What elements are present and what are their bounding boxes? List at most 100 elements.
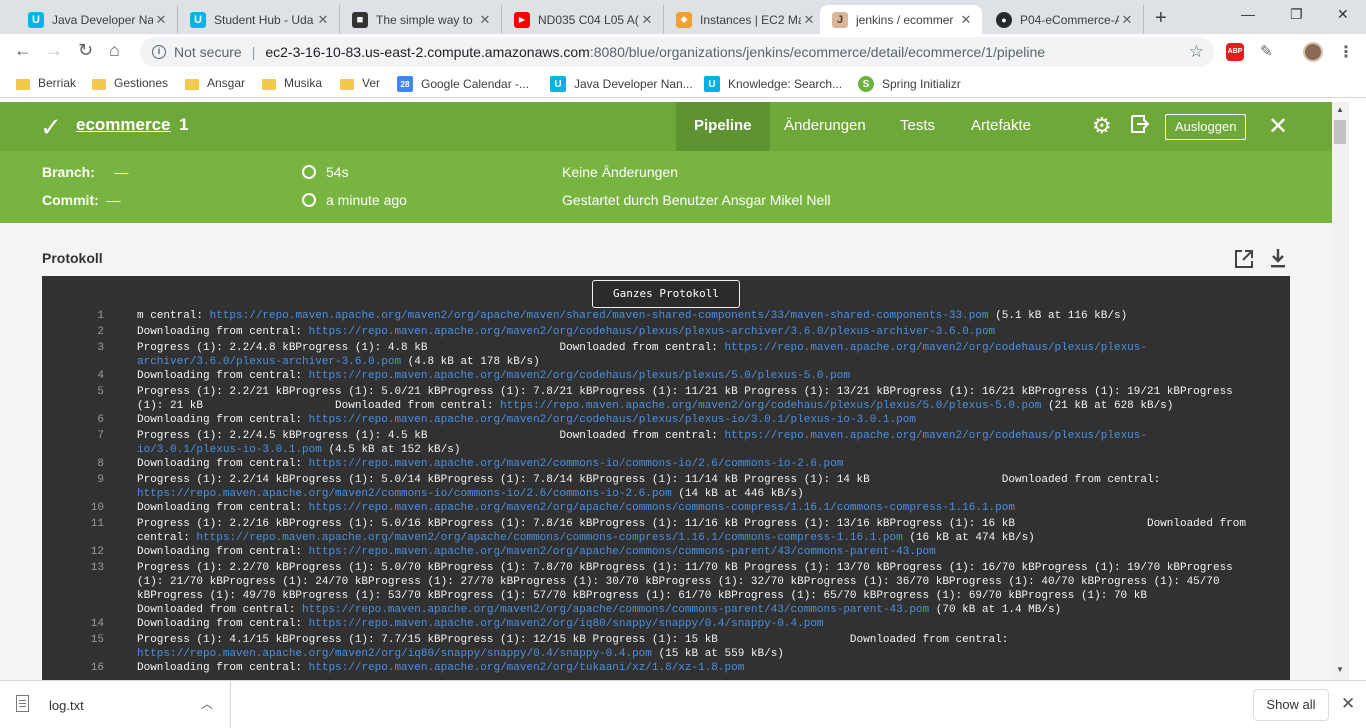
bookmark-link[interactable]: 28 Google Calendar -... (397, 76, 529, 92)
bookmark-star-icon[interactable]: ☆ (1189, 42, 1204, 62)
restore-icon[interactable]: ❐ (1290, 6, 1303, 23)
bookmark-folder[interactable]: Ansgar (185, 76, 245, 90)
exit-icon[interactable] (1130, 114, 1150, 134)
open-external-icon[interactable] (1234, 249, 1254, 269)
log-fragment: (15 kB at 559 kB/s) (651, 648, 784, 660)
browser-tab[interactable]: ● P04-eCommerce-A ✕ (984, 5, 1144, 34)
browser-tab[interactable]: U Java Developer Na ✕ (16, 5, 178, 34)
browser-tab[interactable]: ■ The simple way to ✕ (340, 5, 502, 34)
new-tab-button[interactable]: + (1155, 7, 1167, 30)
close-tab-icon[interactable]: ✕ (1119, 12, 1135, 28)
bookmark-link[interactable]: U Java Developer Nan... (550, 76, 693, 92)
home-icon[interactable]: ⌂ (109, 40, 120, 61)
log-line: 11 Progress (1): 2.2/16 kBProgress (1): 5… (42, 517, 1246, 544)
log-url-link[interactable]: https://repo.maven.apache.org/maven2/com… (137, 488, 672, 500)
bookmark-folder[interactable]: Musika (262, 76, 322, 90)
log-fragment: Downloading from central: (137, 546, 309, 558)
reload-icon[interactable]: ↻ (78, 40, 93, 61)
close-tab-icon[interactable]: ✕ (315, 12, 331, 28)
scroll-up-icon[interactable]: ▲ (1336, 105, 1344, 114)
avatar[interactable] (1303, 42, 1323, 62)
browser-tab-active[interactable]: J jenkins / ecommer ✕ (820, 5, 982, 34)
log-url-link[interactable]: https://repo.maven.apache.org/maven2/org… (137, 648, 652, 660)
menu-icon[interactable]: ⋮ (1338, 42, 1354, 62)
log-url-link[interactable]: https://repo.maven.apache.org/maven2/org… (309, 326, 996, 338)
gear-icon[interactable]: ⚙ (1092, 113, 1112, 139)
log-url-link[interactable]: https://repo.maven.apache.org/maven2/org… (309, 502, 1015, 514)
close-tab-icon[interactable]: ✕ (477, 12, 493, 28)
show-all-button[interactable]: Show all (1253, 689, 1329, 721)
log-url-link[interactable]: https://repo.maven.apache.org/maven2/org… (309, 414, 916, 426)
log-text: Progress (1): 2.2/4.5 kBProgress (1): 4.… (137, 429, 1247, 457)
log-fragment: Downloading from central: (137, 326, 309, 338)
download-item[interactable]: log.txt ︿ (0, 681, 231, 728)
log-url-link[interactable]: https://repo.maven.apache.org/maven2/org… (196, 532, 902, 544)
log-line: 15 Progress (1): 4.1/15 kBProgress (1): 7… (42, 633, 1009, 660)
bookmark-link[interactable]: S Spring Initializr (858, 76, 961, 92)
close-window-icon[interactable]: ✕ (1337, 6, 1349, 23)
scroll-thumb[interactable] (1334, 120, 1346, 144)
tab-artifacts[interactable]: Artefakte (953, 102, 1049, 151)
bookmark-folder[interactable]: Gestiones (92, 76, 168, 90)
bookmark-label: Knowledge: Search... (728, 77, 843, 91)
url-host: ec2-3-16-10-83.us-east-2.compute.amazona… (265, 44, 590, 60)
address-bar[interactable]: i Not secure | ec2-3-16-10-83.us-east-2.… (140, 37, 1214, 67)
log-fragment: Downloading from central: (137, 502, 309, 514)
tab-tests[interactable]: Tests (882, 102, 953, 151)
branch-value: — (114, 164, 129, 180)
log-url-link[interactable]: https://repo.maven.apache.org/maven2/org… (500, 400, 1041, 412)
started-info: a minute ago (302, 192, 407, 208)
tab-title: Student Hub - Uda (214, 12, 314, 27)
close-icon[interactable]: ✕ (1268, 112, 1288, 141)
log-fragment: (5.1 kB at 116 kB/s) (988, 310, 1128, 322)
log-url-link[interactable]: https://repo.maven.apache.org/maven2/org… (210, 310, 989, 322)
extension-icon[interactable]: ✎ (1260, 42, 1273, 60)
bookmark-folder[interactable]: Berriak (16, 76, 76, 90)
log-url-link[interactable]: https://repo.maven.apache.org/maven2/org… (309, 618, 824, 630)
line-number: 9 (97, 474, 104, 486)
info-icon[interactable]: i (152, 45, 166, 59)
browser-tab[interactable]: U Student Hub - Uda ✕ (178, 5, 340, 34)
close-tab-icon[interactable]: ✕ (958, 12, 974, 28)
close-tab-icon[interactable]: ✕ (153, 12, 169, 28)
log-url-link[interactable]: https://repo.maven.apache.org/maven2/org… (309, 370, 850, 382)
tab-changes[interactable]: Änderungen (766, 102, 884, 151)
log-url-link[interactable]: https://repo.maven.apache.org/maven2/org… (309, 662, 745, 674)
log-url-link[interactable]: https://repo.maven.apache.org/maven2/org… (302, 604, 929, 616)
line-number: 11 (90, 518, 104, 530)
bookmarks-bar: Berriak Gestiones Ansgar Musika Ver 28 Go… (0, 70, 1366, 98)
logout-button[interactable]: Ausloggen (1165, 114, 1247, 140)
log-fragment: Downloading from central: (137, 662, 309, 674)
log-line: 5 Progress (1): 2.2/21 kBProgress (1): 5.… (42, 385, 1232, 412)
bookmark-link[interactable]: U Knowledge: Search... (704, 76, 842, 92)
close-tab-icon[interactable]: ✕ (639, 12, 655, 28)
bookmark-label: Ver (362, 76, 381, 90)
bookmark-folder[interactable]: Ver (340, 76, 380, 90)
console-output[interactable]: Ganzes Protokoll 1 m central: https://rep… (42, 276, 1290, 680)
bookmark-label: Berriak (38, 76, 77, 90)
adblock-extension-icon[interactable]: ABP (1226, 43, 1244, 61)
udacity-icon: U (550, 76, 566, 92)
browser-tab[interactable]: ▶ ND035 C04 L05 A( ✕ (502, 5, 664, 34)
close-icon[interactable]: ✕ (1341, 694, 1355, 714)
full-log-button[interactable]: Ganzes Protokoll (592, 280, 740, 308)
chevron-up-icon[interactable]: ︿ (201, 695, 213, 712)
scroll-down-icon[interactable]: ▼ (1336, 665, 1344, 674)
log-url-link[interactable]: https://repo.maven.apache.org/maven2/com… (309, 458, 844, 470)
log-text: Progress (1): 4.1/15 kBProgress (1): 7.7… (137, 633, 1247, 661)
page-scrollbar[interactable]: ▲ ▼ (1332, 102, 1349, 680)
log-line: 10 Downloading from central: https://repo… (42, 501, 1015, 515)
bookmark-label: Gestiones (114, 76, 169, 90)
minimize-icon[interactable]: — (1241, 6, 1255, 22)
log-url-link[interactable]: https://repo.maven.apache.org/maven2/org… (309, 546, 936, 558)
commit-info: Commit: — (42, 192, 121, 208)
line-number: 12 (90, 546, 104, 558)
close-tab-icon[interactable]: ✕ (801, 12, 817, 28)
bookmark-label: Spring Initializr (882, 77, 961, 91)
download-icon[interactable] (1268, 247, 1288, 269)
tab-pipeline[interactable]: Pipeline (676, 102, 770, 151)
browser-tab[interactable]: ◆ Instances | EC2 Ma ✕ (664, 5, 826, 34)
back-icon[interactable]: ← (14, 40, 32, 61)
forward-icon[interactable]: → (45, 40, 63, 61)
pipeline-name-link[interactable]: ecommerce (76, 115, 171, 135)
